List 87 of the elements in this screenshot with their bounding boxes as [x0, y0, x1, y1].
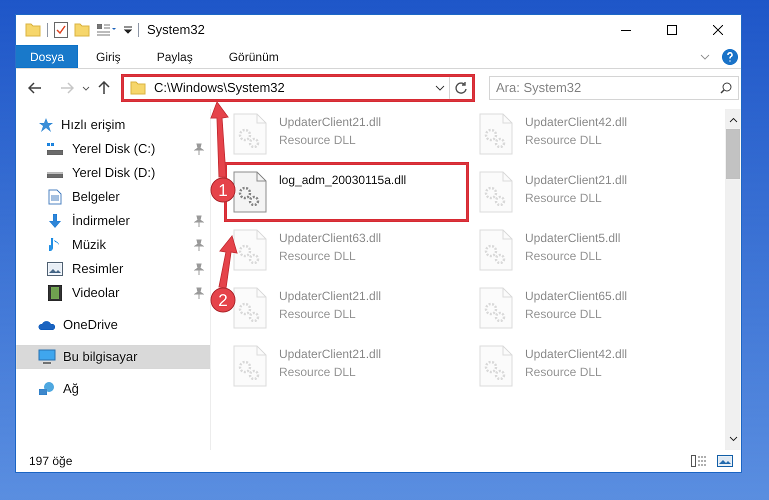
pin-icon[interactable] [194, 287, 204, 299]
view-list-icon[interactable] [96, 23, 118, 37]
scrollbar-thumb[interactable] [726, 129, 740, 179]
document-icon [48, 189, 62, 205]
scrollbar[interactable] [725, 109, 741, 450]
search-field[interactable]: Ara: System32 [489, 76, 739, 100]
chevron-down-icon[interactable] [435, 85, 445, 91]
cloud-icon [38, 319, 56, 331]
file-type: Resource DLL [525, 306, 603, 323]
file-name: UpdaterClient21.dll [279, 288, 382, 305]
file-type: Resource DLL [279, 132, 357, 149]
sidebar-item[interactable]: Bu bilgisayar [16, 345, 210, 369]
music-note-icon [49, 237, 61, 253]
network-globe-icon [38, 381, 56, 397]
file-name: log_adm_20030115a.dll [279, 172, 406, 189]
file-name: UpdaterClient21.dll [525, 172, 628, 189]
download-arrow-icon [47, 213, 63, 229]
ribbon-tab[interactable]: Görünüm [210, 45, 297, 68]
chevron-up-icon[interactable] [728, 117, 738, 123]
pin-icon[interactable] [194, 263, 204, 275]
ribbon-tab[interactable]: Giriş [78, 45, 139, 68]
film-icon [48, 285, 62, 301]
star-icon [38, 117, 54, 133]
file-type: Resource DLL [525, 132, 603, 149]
dll-file-icon [233, 229, 267, 271]
file-name: UpdaterClient42.dll [525, 114, 628, 131]
file-name: UpdaterClient21.dll [279, 346, 382, 363]
picture-icon [47, 262, 63, 276]
file-type: Resource DLL [525, 190, 603, 207]
drive-icon [46, 142, 64, 156]
details-view-icon[interactable] [691, 455, 707, 467]
sidebar-item[interactable]: Ağ [16, 377, 210, 401]
item-count: 197 öğe [29, 453, 72, 470]
sidebar-item[interactable]: Müzik [16, 233, 210, 257]
ribbon-tab[interactable]: Paylaş [138, 45, 211, 68]
pin-icon[interactable] [194, 239, 204, 251]
dll-file-icon [479, 287, 513, 329]
file-name: UpdaterClient42.dll [525, 346, 628, 363]
sidebar-item[interactable]: Yerel Disk (C:) [16, 137, 210, 161]
sidebar-item[interactable]: İndirmeler [16, 209, 210, 233]
large-icons-view-icon[interactable] [717, 455, 733, 467]
file-name: UpdaterClient65.dll [525, 288, 628, 305]
close-icon [713, 25, 723, 35]
pin-icon[interactable] [194, 143, 204, 155]
sidebar-item[interactable]: OneDrive [16, 313, 210, 337]
search-icon[interactable] [720, 82, 732, 94]
up-arrow-icon[interactable] [98, 81, 110, 95]
file-type: Resource DLL [279, 364, 357, 381]
computer-icon [38, 349, 56, 365]
address-bar[interactable]: C:\Windows\System32 [121, 74, 475, 102]
file-name: UpdaterClient21.dll [279, 114, 382, 131]
sidebar-item[interactable]: Resimler [16, 257, 210, 281]
window-title: System32 [147, 21, 205, 40]
dll-file-icon [233, 171, 267, 213]
file-type: Resource DLL [525, 248, 603, 265]
dll-file-icon [479, 113, 513, 155]
dropdown-caret-icon[interactable] [124, 26, 132, 34]
search-input[interactable]: Ara: System32 [496, 78, 720, 98]
sidebar-item[interactable]: Belgeler [16, 185, 210, 209]
sidebar-item[interactable]: Videolar [16, 281, 210, 305]
sidebar-item[interactable]: Yerel Disk (D:) [16, 161, 210, 185]
file-type: Resource DLL [525, 364, 603, 381]
ribbon-tab[interactable]: Dosya [16, 45, 78, 68]
dll-file-icon [479, 171, 513, 213]
file-name: UpdaterClient5.dll [525, 230, 620, 247]
file-item[interactable]: log_adm_20030115a.dll [233, 171, 460, 213]
maximize-icon [667, 25, 677, 35]
refresh-icon[interactable] [454, 81, 468, 95]
sidebar-item[interactable]: Hızlı erişim [16, 113, 210, 137]
dll-file-icon [479, 345, 513, 387]
folder-icon [130, 81, 146, 95]
chevron-down-icon[interactable] [728, 436, 738, 442]
back-arrow-icon[interactable] [28, 82, 42, 94]
folder-icon [25, 23, 41, 37]
address-path: C:\Windows\System32 [154, 79, 285, 98]
chevron-down-icon[interactable] [82, 86, 90, 90]
file-type: Resource DLL [279, 306, 357, 323]
properties-checklist-icon[interactable] [54, 22, 68, 38]
dll-file-icon [233, 113, 267, 155]
new-folder-icon [74, 23, 90, 37]
file-type: Resource DLL [279, 248, 357, 265]
pin-icon[interactable] [194, 215, 204, 227]
dll-file-icon [233, 345, 267, 387]
help-icon[interactable] [722, 48, 738, 64]
file-name: UpdaterClient63.dll [279, 230, 382, 247]
dll-file-icon [233, 287, 267, 329]
dll-file-icon [479, 229, 513, 271]
